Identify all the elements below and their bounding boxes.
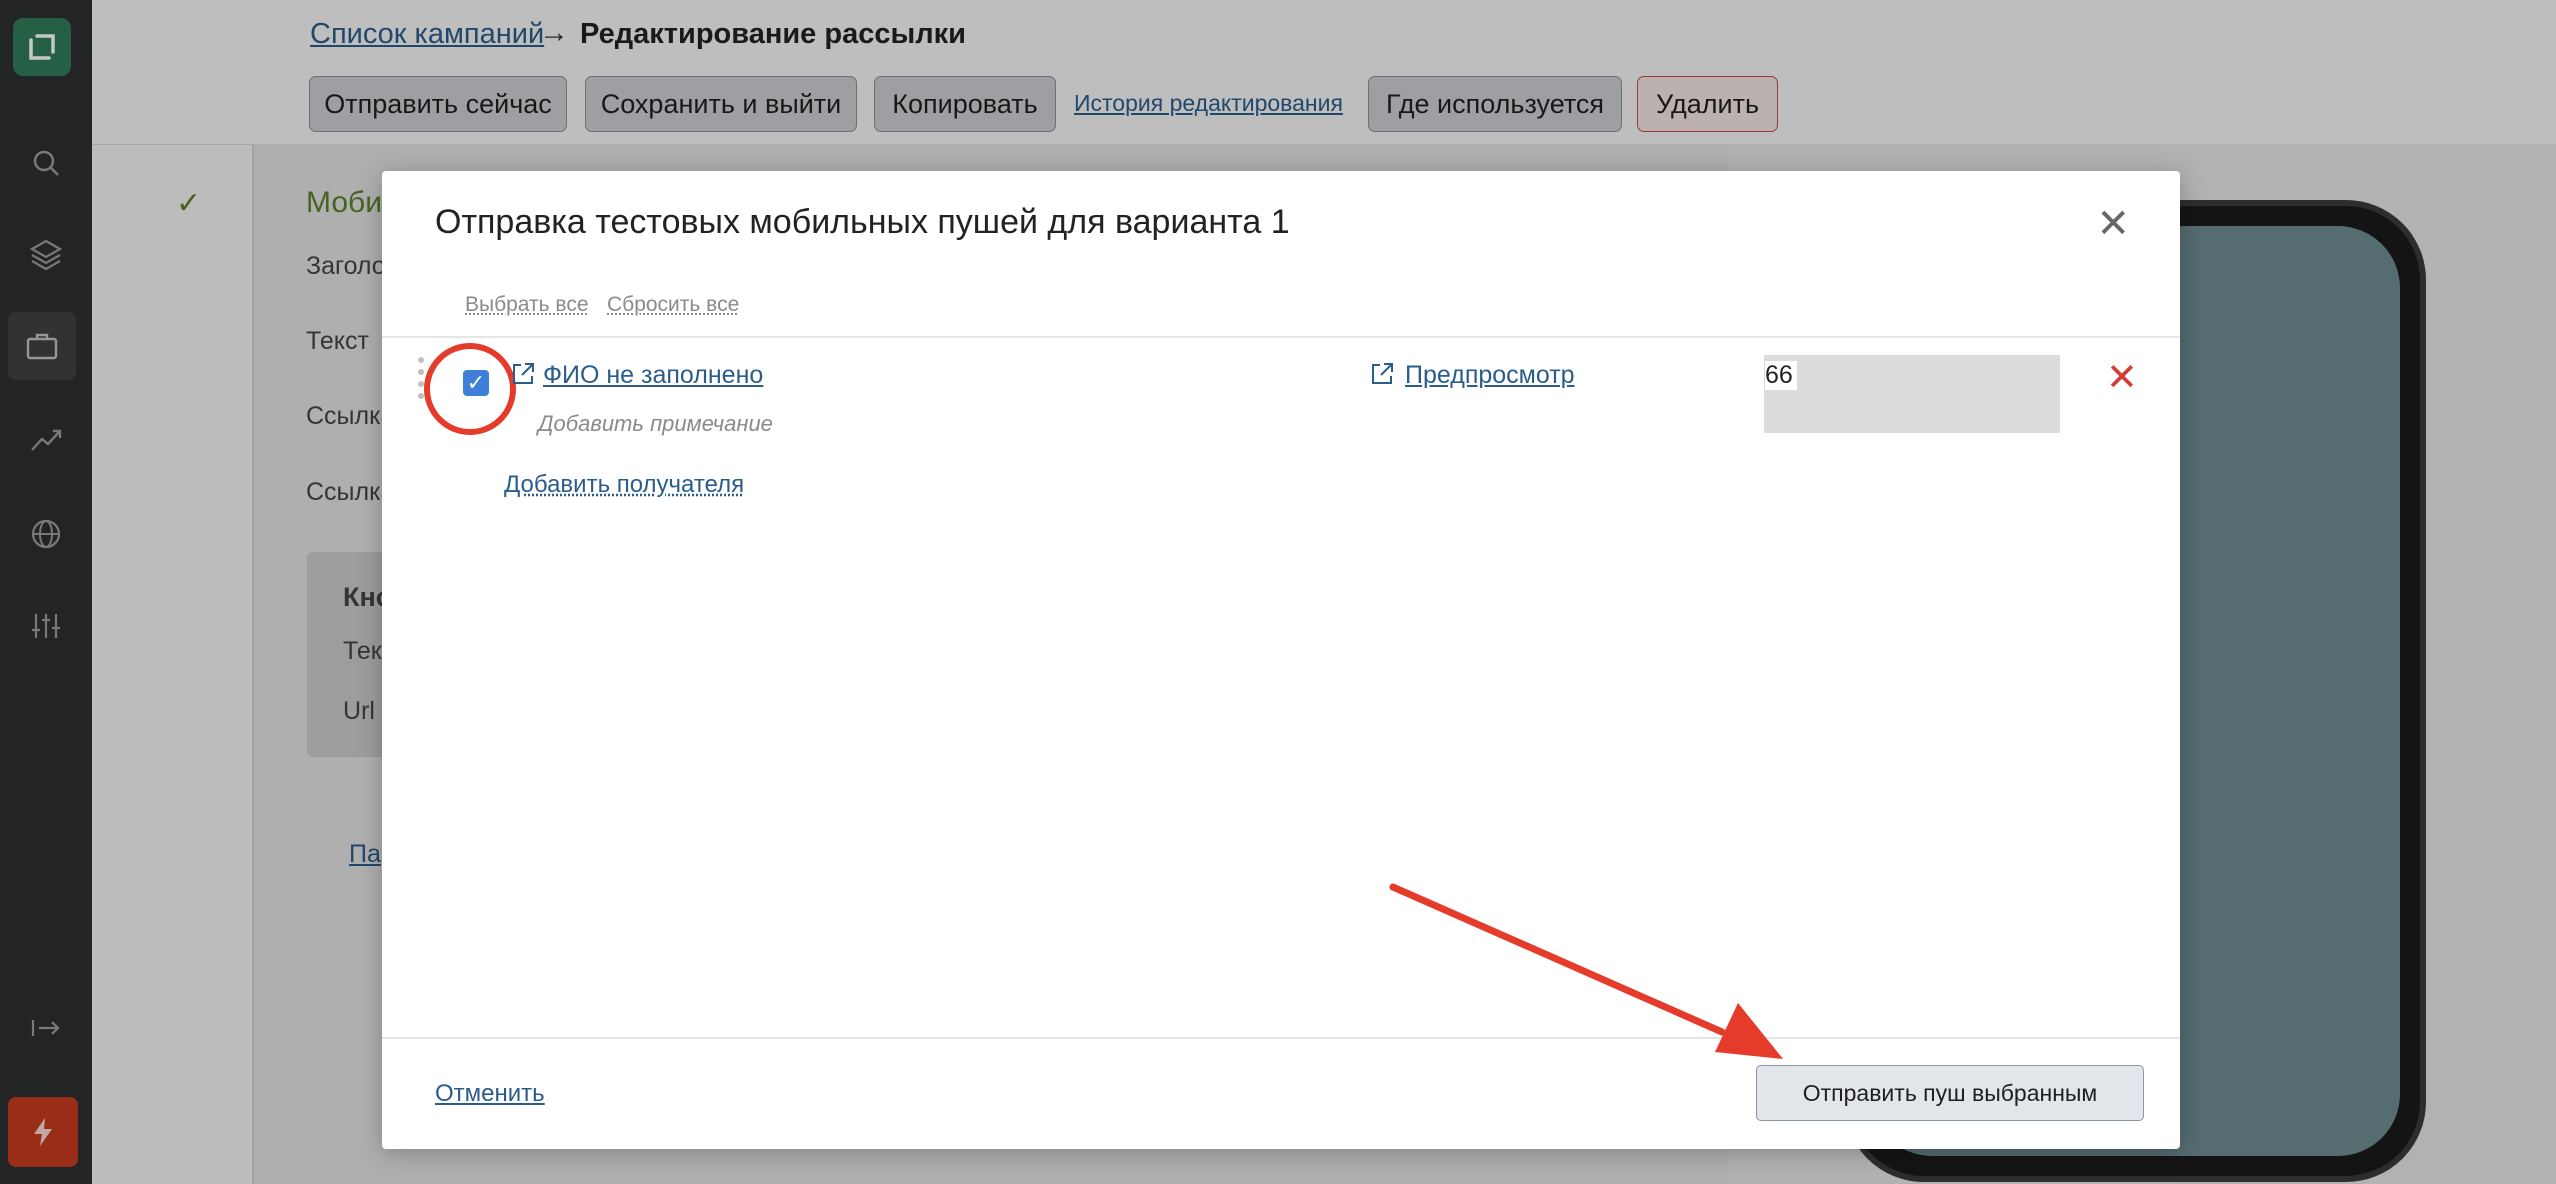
annotation-arrow [0,0,2556,1184]
